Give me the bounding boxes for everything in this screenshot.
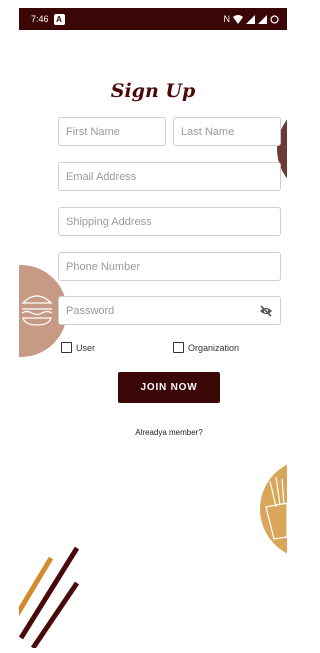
already-member-link[interactable]: Alreadya member? [19,428,287,437]
status-bar: 7:46 A N [19,8,287,30]
status-time: 7:46 [31,14,49,24]
first-name-input[interactable] [59,118,165,145]
shipping-address-field[interactable] [58,207,281,236]
email-input[interactable] [59,163,280,190]
organization-label: Organization [188,342,240,353]
wifi-icon [233,14,243,24]
user-label: User [76,342,96,353]
decorative-stripes [19,546,80,648]
shipping-address-input[interactable] [59,208,280,235]
battery-icon [270,14,279,24]
password-input[interactable] [59,297,280,324]
email-field[interactable] [58,162,281,191]
fries-icon [260,464,287,554]
signal-icon [246,14,255,24]
organization-option[interactable]: Organization [173,342,239,353]
join-now-button[interactable]: JOIN NOW [118,372,220,403]
page-title: Sign Up [110,80,196,102]
phone-number-input[interactable] [59,253,280,280]
phone-screen: 7:46 A N Sign Up First Name Last Name Em… [19,8,287,648]
user-checkbox[interactable] [61,342,72,353]
hide-password-icon[interactable] [259,304,273,318]
password-field[interactable] [58,296,281,325]
nfc-icon: N [223,14,231,24]
last-name-field[interactable] [173,117,281,146]
phone-number-field[interactable] [58,252,281,281]
first-name-field[interactable] [58,117,166,146]
last-name-input[interactable] [174,118,280,145]
signal-icon [258,14,267,24]
organization-checkbox[interactable] [173,342,184,353]
app-notification-icon: A [53,13,65,25]
user-option[interactable]: User [61,342,95,353]
